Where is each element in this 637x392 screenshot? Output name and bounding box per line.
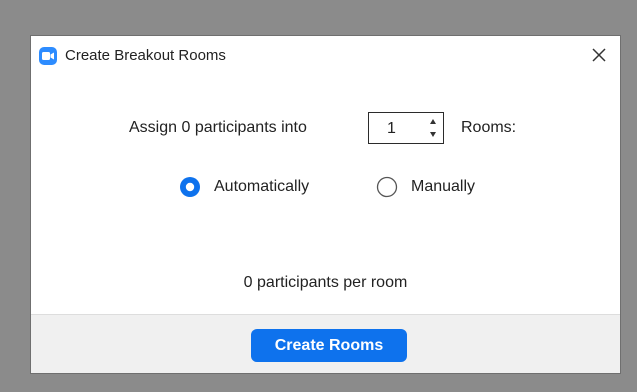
radio-selected-icon[interactable]: [179, 176, 201, 198]
zoom-camera-icon: [39, 47, 57, 65]
participants-per-room-text: 0 participants per room: [243, 274, 408, 291]
radio-unselected-icon[interactable]: [376, 176, 398, 198]
increment-arrow-icon: [430, 119, 436, 124]
dialog-footer: Create Rooms: [31, 314, 620, 373]
dialog-titlebar: Create Breakout Rooms: [31, 36, 620, 76]
assign-row: Assign 0 participants into 1 Rooms:: [31, 112, 620, 144]
rooms-label: Rooms:: [461, 119, 517, 136]
rooms-count-value[interactable]: 1: [387, 120, 396, 138]
assign-label: Assign 0 participants into: [129, 119, 307, 136]
assignment-mode-group: Automatically Manually: [31, 174, 620, 200]
decrement-arrow-icon: [430, 132, 436, 137]
dialog-title: Create Breakout Rooms: [65, 47, 226, 64]
stepper-arrows[interactable]: [426, 115, 440, 141]
create-rooms-button[interactable]: Create Rooms: [251, 329, 407, 362]
radio-manually-label[interactable]: Manually: [411, 178, 475, 196]
create-breakout-rooms-dialog: Create Breakout Rooms Assign 0 participa…: [30, 35, 621, 374]
close-icon: [592, 48, 606, 62]
close-button[interactable]: [589, 45, 609, 65]
rooms-count-stepper[interactable]: 1: [368, 112, 444, 144]
radio-automatically-label[interactable]: Automatically: [214, 178, 309, 196]
